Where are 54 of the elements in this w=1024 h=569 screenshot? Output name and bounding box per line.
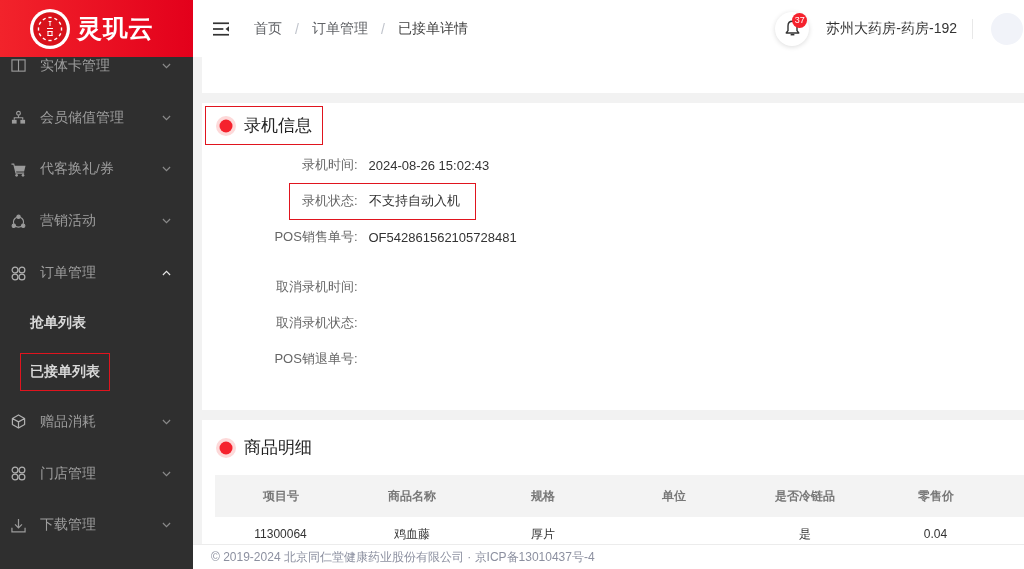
breadcrumb-link[interactable]: 订单管理 (311, 19, 368, 38)
column-header: 是否冷链品 (774, 487, 835, 505)
menu-item[interactable]: 赠品消耗 (0, 396, 193, 448)
four-circles-icon (11, 466, 26, 482)
column-header: 零售价 (917, 487, 954, 505)
store-name[interactable]: 苏州大药房-药房-192 (826, 19, 957, 38)
submenu-item[interactable]: 已接单列表 (30, 362, 100, 381)
logo-text: 灵玑云 (77, 13, 154, 44)
menu-item[interactable]: 订单管理 (0, 247, 193, 299)
bullet-dot-icon (216, 115, 236, 136)
field-value: 不支持自动入机 (368, 192, 460, 210)
four-circles-icon (11, 265, 26, 281)
column-header: 单位 (661, 487, 686, 505)
menu-item[interactable]: 下载管理 (0, 499, 193, 552)
menu-item[interactable]: 代客换礼/券 (0, 143, 193, 196)
table-cell: 0.04 (923, 527, 948, 541)
field-label: 取消录机时间: (275, 278, 358, 296)
table-cell: 鸡血藤 (393, 526, 430, 541)
org-chart-icon (11, 110, 26, 126)
seal-logo-icon (30, 8, 70, 49)
notification-button[interactable]: 37 (775, 11, 810, 46)
people-ring-icon (11, 213, 26, 229)
table-cell: 是 (798, 526, 811, 541)
breadcrumb-current: 已接单详情 (397, 19, 468, 38)
column-header: 项目号 (262, 487, 299, 505)
menu-icon[interactable] (213, 21, 229, 36)
column-header: 规格 (530, 487, 555, 505)
table-cell: 11300064 (254, 527, 307, 541)
table-cell: 厚片 (530, 526, 555, 541)
breadcrumb-link[interactable]: 首页 (254, 19, 282, 38)
submenu-item[interactable]: 抢单列表 (30, 314, 86, 333)
bullet-dot-icon (216, 437, 236, 458)
column-header: 商品名称 (387, 487, 436, 505)
menu-item[interactable]: 实体卡管理 (0, 57, 193, 92)
field-label: POS销退单号: (274, 350, 358, 368)
menu-item[interactable]: 营销活动 (0, 195, 193, 248)
book-icon (11, 58, 26, 74)
field-value: OF542861562105728481 (368, 229, 517, 245)
cart-icon (11, 162, 26, 177)
cube-icon (11, 414, 26, 430)
copyright-text: © 2019-2024 北京同仁堂健康药业股份有限公司 · 京ICP备13010437号-4 (211, 548, 595, 566)
notification-badge: 37 (792, 12, 808, 28)
breadcrumb-separator: / (295, 20, 299, 37)
menu-item[interactable]: 门店管理 (0, 447, 193, 500)
section-title: 录机信息 (244, 115, 312, 137)
section-title: 商品明细 (244, 437, 312, 459)
menu-item[interactable]: 会员储值管理 (0, 91, 193, 144)
field-value: 2024-08-26 15:02:43 (368, 157, 490, 173)
field-label: 录机状态: (301, 192, 358, 210)
field-label: POS销售单号: (274, 228, 358, 246)
field-label: 取消录机状态: (275, 314, 358, 332)
field-label: 录机时间: (301, 156, 358, 174)
download-icon (11, 517, 26, 533)
breadcrumb-separator: / (380, 20, 385, 37)
